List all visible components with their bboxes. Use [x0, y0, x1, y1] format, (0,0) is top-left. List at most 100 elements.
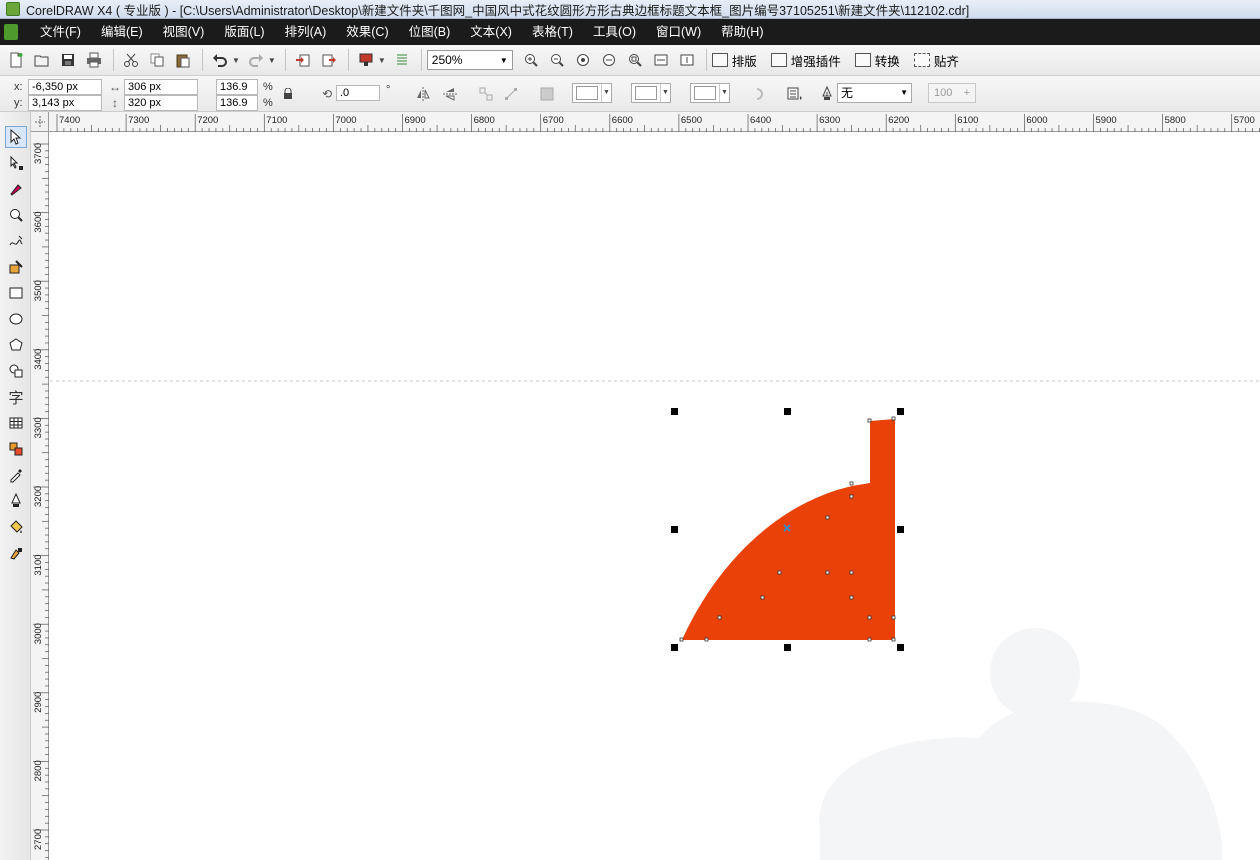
ruler-tick-label: 3500: [33, 280, 44, 301]
import-icon[interactable]: [291, 48, 315, 72]
layout-plugin-button[interactable]: 排版: [711, 51, 757, 70]
redo-dropdown-icon[interactable]: ▼: [268, 56, 276, 65]
save-icon[interactable]: [56, 48, 80, 72]
mirror-horizontal-icon[interactable]: [414, 85, 432, 103]
menu-file[interactable]: 文件(F): [30, 19, 91, 45]
zoom-tool-icon[interactable]: [5, 204, 27, 226]
menu-bitmaps[interactable]: 位图(B): [399, 19, 461, 45]
ruler-tick-label: 5700: [1234, 115, 1255, 126]
wrap-text-icon[interactable]: [751, 85, 769, 103]
ruler-tick-label: 6200: [888, 115, 909, 126]
menu-edit[interactable]: 编辑(E): [91, 19, 153, 45]
menu-layout[interactable]: 版面(L): [214, 19, 274, 45]
copy-icon[interactable]: [145, 48, 169, 72]
cut-icon[interactable]: [119, 48, 143, 72]
zoom-level-select[interactable]: 250% ▼: [426, 50, 513, 70]
handle-top-center[interactable]: [784, 408, 791, 415]
selected-shape-group[interactable]: [679, 416, 896, 642]
zoom-to-page-height-icon[interactable]: [675, 48, 699, 72]
undo-dropdown-icon[interactable]: ▼: [232, 56, 240, 65]
zoom-to-selected-icon[interactable]: [571, 48, 595, 72]
redo-icon[interactable]: [244, 48, 268, 72]
zoom-to-page-width-icon[interactable]: [649, 48, 673, 72]
document-icon[interactable]: [4, 24, 18, 40]
handle-bottom-left[interactable]: [671, 644, 678, 651]
handle-bottom-center[interactable]: [784, 644, 791, 651]
ruler-tick-label: 3300: [33, 417, 44, 438]
transparency-value: 100: [934, 87, 953, 99]
diagonal-line-icon[interactable]: [502, 85, 520, 103]
menu-table[interactable]: 表格(T): [522, 19, 583, 45]
menu-tools[interactable]: 工具(O): [583, 19, 646, 45]
menu-text[interactable]: 文本(X): [460, 19, 522, 45]
shape-tool-icon[interactable]: [5, 152, 27, 174]
new-document-icon[interactable]: [4, 48, 28, 72]
line-style-selector[interactable]: ▼: [631, 83, 671, 103]
mirror-vertical-icon[interactable]: [441, 85, 459, 103]
scale-y-field[interactable]: 136.9: [216, 95, 258, 111]
vertical-ruler[interactable]: 3700 3600 3500 3400 3300 3200 3100 3000 2900 2800…: [31, 132, 49, 860]
enhanced-plugins-button[interactable]: 增强插件: [770, 51, 841, 70]
convert-button[interactable]: 转换: [854, 51, 900, 70]
ruler-origin-corner[interactable]: [31, 112, 49, 132]
fill-tool-icon[interactable]: [5, 516, 27, 538]
paste-icon[interactable]: [171, 48, 195, 72]
scale-x-percent: %: [263, 81, 273, 93]
export-icon[interactable]: [317, 48, 341, 72]
drawing-canvas[interactable]: [50, 133, 1260, 860]
ruler-tick-label: 6100: [957, 115, 978, 126]
scale-x-field[interactable]: 136.9: [216, 79, 258, 95]
handle-bottom-right[interactable]: [897, 644, 904, 651]
height-field[interactable]: 320 px: [124, 95, 198, 111]
enhanced-plugins-label: 增强插件: [790, 54, 841, 69]
table-tool-icon[interactable]: [5, 412, 27, 434]
convert-to-curves-icon[interactable]: [538, 85, 556, 103]
zoom-to-all-objects-icon[interactable]: [597, 48, 621, 72]
pick-tool-icon[interactable]: [5, 126, 27, 148]
smudge-brush-icon[interactable]: [5, 178, 27, 200]
snap-button[interactable]: 贴齐: [913, 51, 959, 70]
blend-tool-icon[interactable]: [5, 438, 27, 460]
lock-ratio-icon[interactable]: [279, 85, 297, 103]
zoom-out-icon[interactable]: [545, 48, 569, 72]
welcome-screen-icon[interactable]: [390, 48, 414, 72]
basic-shapes-tool-icon[interactable]: [5, 360, 27, 382]
horizontal-ruler[interactable]: 7400 7300 7200 7100 7000 6900 6800 6700 6600 6500…: [31, 112, 1260, 132]
outline-tool-icon[interactable]: [5, 490, 27, 512]
width-field[interactable]: 306 px: [124, 79, 198, 95]
end-arrowhead-selector[interactable]: ▼: [690, 83, 730, 103]
menu-window[interactable]: 窗口(W): [646, 19, 711, 45]
application-launcher-dropdown-icon[interactable]: ▼: [378, 56, 386, 65]
text-tool-icon[interactable]: 字: [5, 386, 27, 408]
ellipse-tool-icon[interactable]: [5, 308, 27, 330]
undo-icon[interactable]: [208, 48, 232, 72]
eyedropper-tool-icon[interactable]: [5, 464, 27, 486]
menu-arrange[interactable]: 排列(A): [275, 19, 337, 45]
zoom-in-icon[interactable]: [519, 48, 543, 72]
application-launcher-icon[interactable]: [354, 48, 378, 72]
align-left-icon[interactable]: [477, 85, 495, 103]
menu-effects[interactable]: 效果(C): [336, 19, 398, 45]
handle-top-right[interactable]: [897, 408, 904, 415]
menu-view[interactable]: 视图(V): [153, 19, 215, 45]
start-arrowhead-selector[interactable]: ▼: [572, 83, 612, 103]
rectangle-tool-icon[interactable]: [5, 282, 27, 304]
handle-middle-left[interactable]: [671, 526, 678, 533]
handle-middle-right[interactable]: [897, 526, 904, 533]
print-icon[interactable]: [82, 48, 106, 72]
polygon-tool-icon[interactable]: [5, 334, 27, 356]
snap-label: 贴齐: [933, 54, 959, 69]
text-wrap-options-icon[interactable]: [786, 85, 804, 103]
outline-width-select[interactable]: 无 ▼: [837, 83, 912, 103]
smart-fill-tool-icon[interactable]: [5, 256, 27, 278]
rotation-angle-field[interactable]: .0: [336, 85, 380, 101]
menu-help[interactable]: 帮助(H): [711, 19, 773, 45]
interactive-fill-tool-icon[interactable]: [5, 542, 27, 564]
handle-top-left[interactable]: [671, 408, 678, 415]
x-position-field[interactable]: -6,350 px: [28, 79, 102, 95]
y-position-field[interactable]: 3,143 px: [28, 95, 102, 111]
zoom-to-page-icon[interactable]: [623, 48, 647, 72]
chevron-down-icon: ▼: [660, 84, 670, 102]
freehand-tool-icon[interactable]: [5, 230, 27, 252]
open-folder-icon[interactable]: [30, 48, 54, 72]
